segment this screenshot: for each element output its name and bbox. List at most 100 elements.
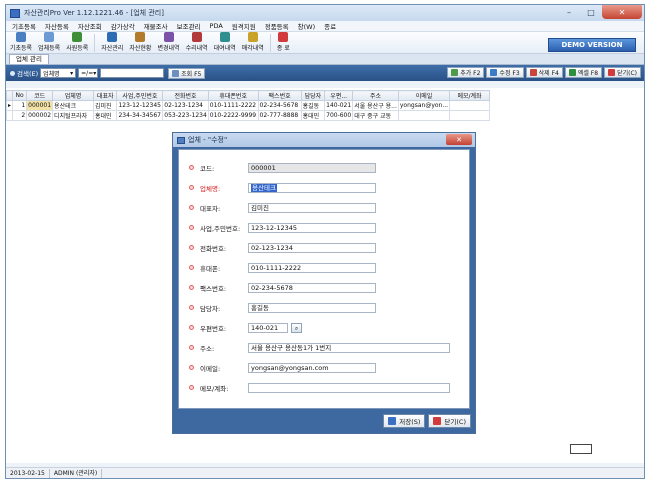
toolbar-button[interactable]: 사원등록 bbox=[66, 32, 88, 53]
cancel-button-label: 닫기(C) bbox=[444, 418, 466, 426]
field-label: 이메일: bbox=[200, 364, 221, 373]
add-button[interactable]: 추가 F2 bbox=[447, 67, 485, 78]
close-window-button[interactable]: ✕ bbox=[602, 5, 642, 19]
menu-item[interactable]: 기초등록 bbox=[12, 21, 36, 31]
floating-mini-box bbox=[570, 444, 592, 454]
toolbar-button[interactable]: 기초등록 bbox=[10, 32, 32, 53]
form-field-row: 대표자: bbox=[189, 202, 252, 213]
column-header[interactable]: 팩스번호 bbox=[257, 90, 302, 101]
menu-item[interactable]: 정품등록 bbox=[265, 21, 289, 31]
table-cell: 010-2222-9999 bbox=[207, 110, 259, 121]
minimize-button[interactable]: – bbox=[558, 5, 580, 19]
toolbar-button[interactable]: 자산관리 bbox=[101, 32, 123, 53]
status-date: 2013-02-15 bbox=[6, 468, 50, 478]
dialog-close-button[interactable]: ✕ bbox=[446, 134, 472, 145]
field-input[interactable]: 123-12-12345 bbox=[248, 223, 376, 233]
column-header[interactable]: 전화번호 bbox=[162, 90, 209, 101]
save-button[interactable]: 저장(S) bbox=[383, 414, 426, 428]
toolbar-button[interactable]: 업체등록 bbox=[38, 32, 60, 53]
table-cell: yongsan@yon... bbox=[397, 100, 451, 111]
form-field-row: 전화번호: bbox=[189, 242, 252, 253]
save-icon bbox=[388, 417, 397, 425]
column-header[interactable]: No bbox=[12, 90, 28, 101]
toolbar-button-label: 업체등록 bbox=[38, 45, 61, 52]
field-input[interactable]: yongsan@yongsan.com bbox=[248, 363, 376, 373]
form-field-row: 코드: bbox=[189, 162, 252, 173]
column-header[interactable]: 휴대폰번호 bbox=[207, 90, 259, 101]
close-tab-button[interactable]: 닫기(C) bbox=[604, 67, 641, 78]
toolbar-button[interactable]: 매각내역 bbox=[242, 32, 264, 53]
toolbar-button[interactable]: 종 료 bbox=[277, 32, 290, 53]
field-input[interactable]: 02-234-5678 bbox=[248, 283, 376, 293]
column-header[interactable]: 메모/계좌 bbox=[449, 90, 490, 101]
menu-item[interactable]: 종료 bbox=[324, 21, 336, 31]
menu-item[interactable]: 원격지원 bbox=[232, 21, 256, 31]
menu-item[interactable]: 자산등록 bbox=[45, 21, 69, 31]
column-header[interactable]: 이메일 bbox=[397, 90, 451, 101]
column-header[interactable]: 대표자 bbox=[92, 90, 118, 101]
menu-item[interactable]: PDA bbox=[210, 22, 223, 30]
field-input[interactable]: 용산테크 bbox=[248, 183, 376, 193]
toolbar-button[interactable]: 변경내역 bbox=[157, 32, 180, 53]
close-tab-button-label: 닫기(C) bbox=[617, 70, 637, 77]
column-header[interactable]: 우편... bbox=[324, 90, 354, 101]
field-label: 사업,주민번호: bbox=[200, 224, 241, 233]
form-field-row: 주소: bbox=[189, 342, 252, 353]
form-field-row: 담당자: bbox=[189, 302, 252, 313]
column-header[interactable]: 담당자 bbox=[300, 90, 326, 101]
toolbar-button-label: 자산현황 bbox=[129, 45, 152, 52]
toolbar-button[interactable]: 수리내역 bbox=[186, 32, 208, 53]
field-value: yongsan@yongsan.com bbox=[251, 364, 329, 372]
toolbar-button-label: 매각내역 bbox=[241, 45, 264, 52]
field-input[interactable]: 김미진 bbox=[248, 203, 376, 213]
search-input[interactable] bbox=[100, 68, 165, 78]
table-cell: 000001 bbox=[26, 100, 54, 111]
search-field-select[interactable]: 업체명 ▾ bbox=[40, 68, 77, 78]
search-bullet-icon bbox=[10, 70, 15, 76]
menu-item[interactable]: 재물조사 bbox=[144, 21, 168, 31]
field-bullet-icon bbox=[189, 225, 194, 230]
column-header[interactable]: 주소 bbox=[352, 90, 399, 101]
folder-icon bbox=[16, 32, 27, 42]
field-input[interactable]: 010-1111-2222 bbox=[248, 263, 376, 273]
field-input[interactable]: 서울 용산구 용산동1가 1번지 bbox=[248, 343, 450, 353]
wrench-icon bbox=[191, 32, 202, 42]
tab-vendor-management[interactable]: 업체 관리 bbox=[9, 54, 49, 64]
field-value: 김미진 bbox=[251, 204, 269, 212]
column-header[interactable]: 사업,주민번호 bbox=[116, 90, 164, 101]
field-input[interactable]: 02-123-1234 bbox=[248, 243, 376, 253]
menu-item[interactable]: 보조관리 bbox=[177, 21, 201, 31]
menu-item[interactable]: 자산조회 bbox=[78, 21, 102, 31]
column-header[interactable]: 코드 bbox=[26, 90, 54, 101]
table-row[interactable]: ▸ 1 000001 용산테크 김미진 123-12-12345 02-123-1234 01… bbox=[6, 100, 490, 111]
excel-button[interactable]: 엑셀 F8 bbox=[564, 67, 603, 78]
table-cell: 대구 중구 교동 bbox=[352, 110, 399, 121]
field-value: 010-1111-2222 bbox=[251, 264, 302, 272]
field-label: 업체명: bbox=[200, 184, 221, 193]
toolbar-button[interactable]: 대여내역 bbox=[214, 32, 236, 53]
table-row[interactable]: 2 000002 디지털프라자 홍대민 234-34-34567 053-223-1234… bbox=[6, 110, 490, 121]
maximize-button[interactable]: □ bbox=[580, 5, 602, 19]
toolbar-button[interactable]: 자산현황 bbox=[129, 32, 151, 53]
field-input[interactable]: 홍길동 bbox=[248, 303, 376, 313]
field-label: 주소: bbox=[200, 344, 215, 353]
app-icon bbox=[10, 8, 20, 18]
delete-button-label: 삭제 F4 bbox=[538, 70, 559, 77]
field-input[interactable]: 140-021 bbox=[248, 323, 288, 333]
field-input[interactable]: 000001 bbox=[248, 163, 376, 173]
dialog-cancel-button[interactable]: 닫기(C) bbox=[428, 414, 471, 428]
delete-button[interactable]: 삭제 F4 bbox=[525, 67, 563, 78]
table-cell: 234-34-34567 bbox=[116, 110, 164, 121]
column-header[interactable]: 업체명 bbox=[52, 90, 94, 101]
dialog-icon bbox=[177, 136, 185, 144]
field-input[interactable] bbox=[248, 383, 450, 393]
search-button[interactable]: 조회 F5 bbox=[168, 67, 206, 79]
menu-item[interactable]: 감가상각 bbox=[111, 21, 135, 31]
search-operator-select[interactable]: =/= ▾ bbox=[78, 68, 99, 78]
table-cell: 용산테크 bbox=[52, 100, 94, 111]
zip-search-button[interactable]: ⌕ bbox=[291, 323, 302, 333]
edit-button[interactable]: 수정 F3 bbox=[486, 67, 524, 78]
field-bullet-icon bbox=[189, 185, 194, 190]
table-cell: 2 bbox=[12, 110, 28, 121]
menu-item[interactable]: 창(W) bbox=[298, 21, 315, 31]
